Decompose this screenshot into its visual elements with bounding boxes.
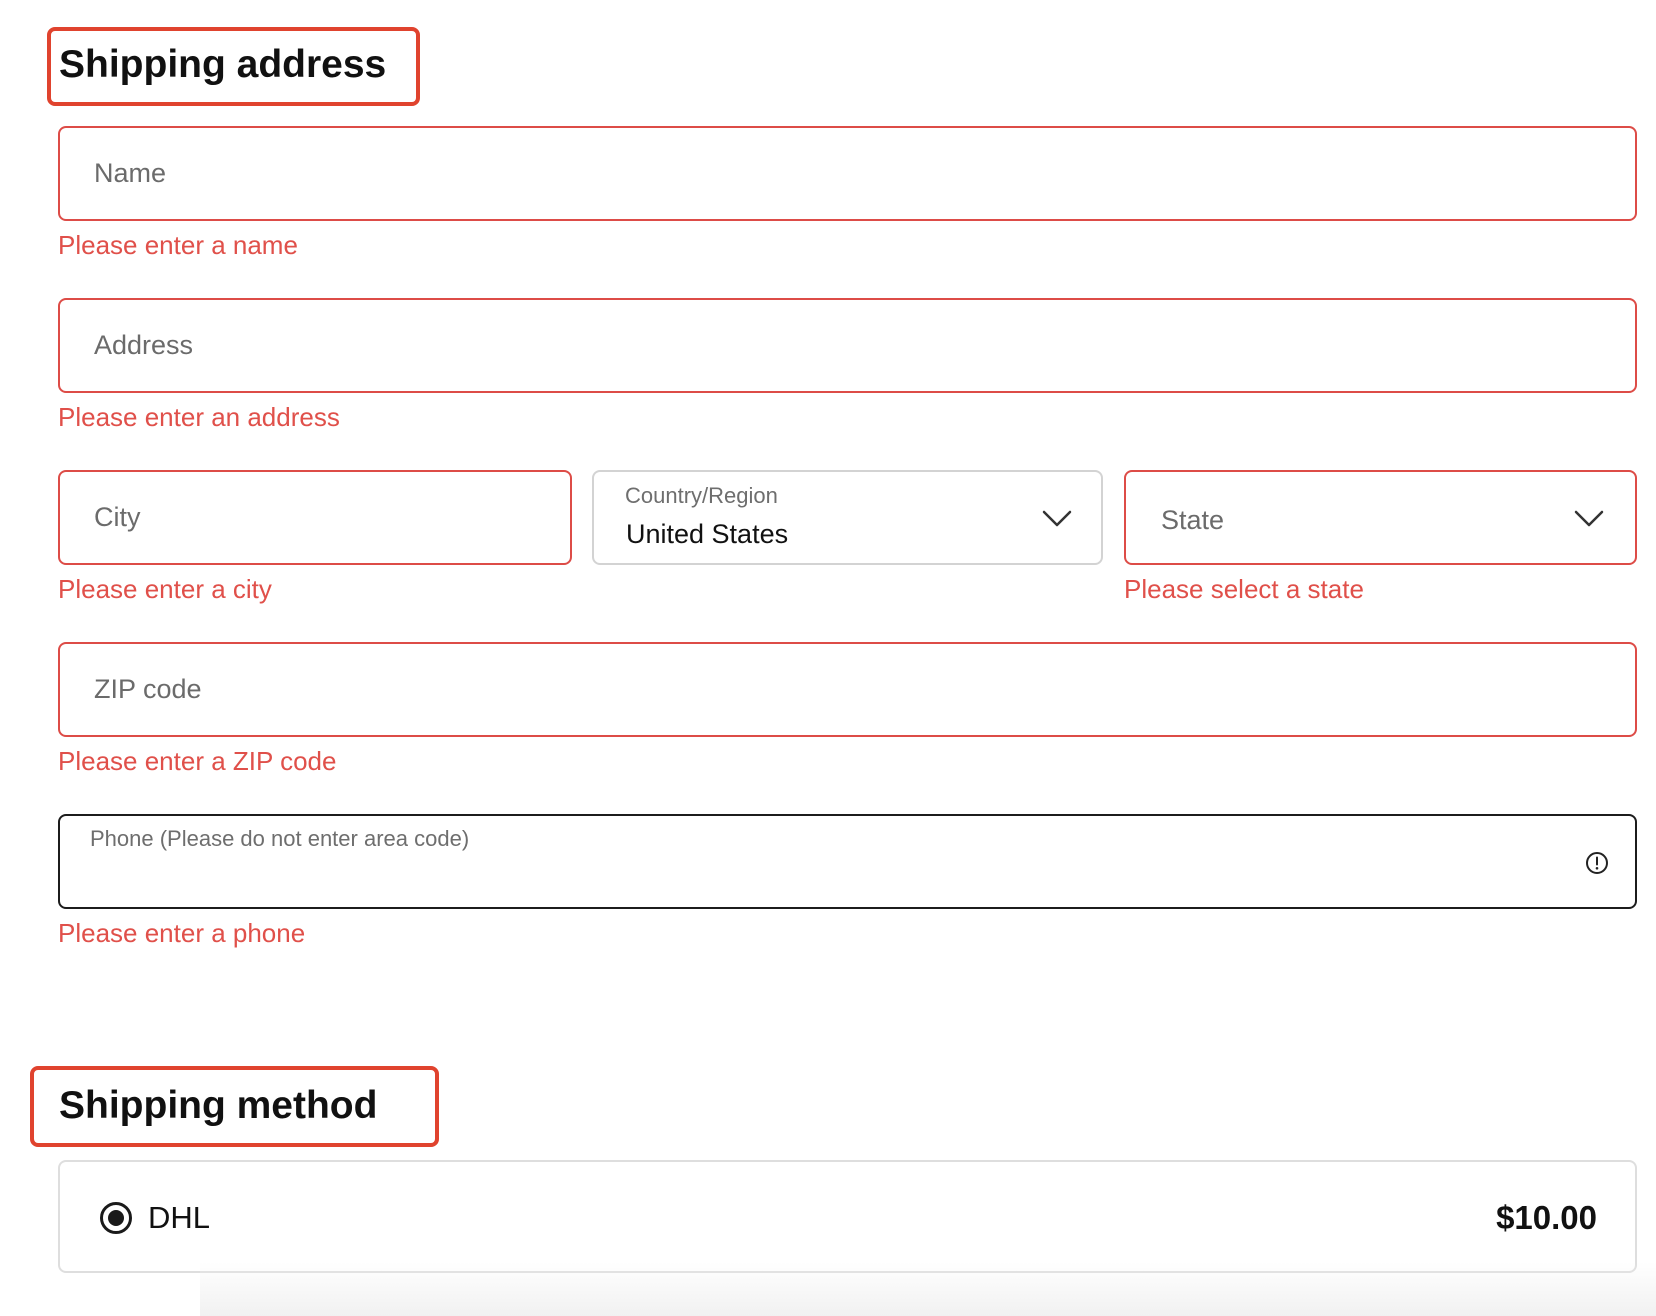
name-input[interactable]	[60, 128, 1635, 219]
phone-error: Please enter a phone	[58, 918, 306, 948]
bottom-shadow	[200, 1262, 1656, 1316]
shipping-address-heading: Shipping address	[59, 43, 387, 86]
address-error: Please enter an address	[58, 402, 340, 432]
chevron-down-icon	[1042, 510, 1072, 527]
zip-code-error: Please enter a ZIP code	[58, 746, 337, 776]
state-placeholder: State	[1161, 505, 1225, 535]
shipping-option-dhl[interactable]: DHL $10.00	[58, 1160, 1637, 1273]
phone-input[interactable]	[60, 816, 1635, 907]
zip-code-input[interactable]	[60, 644, 1635, 735]
radio-selected-icon[interactable]	[100, 1202, 132, 1234]
shipping-option-price: $10.00	[1496, 1199, 1597, 1236]
country-region-select[interactable]: Country/Region United States	[592, 470, 1103, 565]
radio-dot	[108, 1210, 124, 1226]
city-input[interactable]	[60, 472, 570, 563]
city-field[interactable]	[58, 470, 572, 565]
address-field[interactable]	[58, 298, 1637, 393]
state-select[interactable]: State	[1124, 470, 1637, 565]
city-error: Please enter a city	[58, 574, 272, 604]
shipping-option-name: DHL	[148, 1200, 211, 1235]
address-input[interactable]	[60, 300, 1635, 391]
info-circle-icon[interactable]	[1585, 851, 1609, 875]
chevron-down-icon	[1574, 510, 1604, 527]
country-region-label: Country/Region	[625, 483, 778, 508]
phone-field[interactable]: Phone (Please do not enter area code)	[58, 814, 1637, 909]
country-region-value: United States	[626, 519, 789, 549]
name-error: Please enter a name	[58, 230, 298, 260]
zip-code-field[interactable]	[58, 642, 1637, 737]
state-error: Please select a state	[1124, 574, 1364, 604]
shipping-method-heading: Shipping method	[59, 1084, 378, 1127]
name-field[interactable]	[58, 126, 1637, 221]
